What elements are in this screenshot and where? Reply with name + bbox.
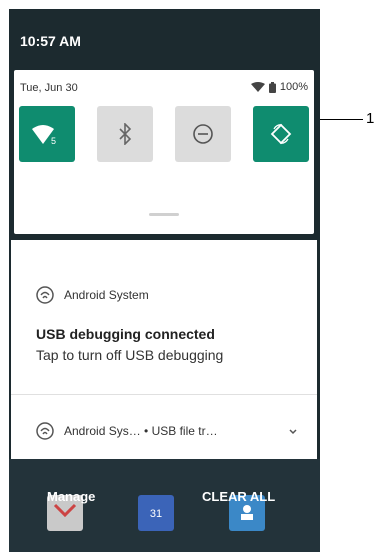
clear-all-button[interactable]: CLEAR ALL — [202, 489, 275, 504]
chevron-down-icon[interactable] — [288, 424, 298, 442]
quick-settings-panel: Tue, Jun 30 100% 5 — [14, 70, 314, 234]
notification-summary[interactable]: Android Sys… • USB file tr… — [64, 424, 218, 438]
notification-divider — [11, 394, 317, 395]
status-time: 10:57 AM — [20, 33, 81, 49]
notification-text[interactable]: Tap to turn off USB debugging — [36, 347, 223, 363]
auto-rotate-tile[interactable] — [253, 106, 309, 162]
manage-button[interactable]: Manage — [47, 489, 95, 504]
do-not-disturb-icon — [193, 124, 213, 144]
bottom-dock: 31 Manage CLEAR ALL — [9, 459, 320, 552]
notification-list: Android System USB debugging connected T… — [11, 240, 317, 459]
wifi-status-icon — [250, 82, 265, 92]
bluetooth-tile[interactable] — [97, 106, 153, 162]
battery-percent: 100% — [279, 81, 308, 93]
phone-screen: 10:57 AM Tue, Jun 30 100% 5 Android Syst… — [9, 9, 320, 552]
callout-number: 1 — [366, 110, 375, 127]
expand-handle[interactable] — [149, 213, 179, 216]
notification-app-name: Android System — [64, 288, 149, 302]
wifi-icon: 5 — [32, 125, 56, 146]
calendar-day: 31 — [149, 508, 163, 520]
qs-date: Tue, Jun 30 — [20, 82, 78, 94]
android-system-icon — [36, 286, 54, 304]
auto-rotate-icon — [270, 123, 292, 145]
notification-title[interactable]: USB debugging connected — [36, 326, 215, 342]
callout-line — [320, 119, 363, 120]
do-not-disturb-tile[interactable] — [175, 106, 231, 162]
calendar-icon: 31 — [138, 495, 174, 531]
battery-icon — [268, 81, 276, 93]
wifi-tile[interactable]: 5 — [19, 106, 75, 162]
android-system-icon — [36, 422, 54, 440]
qs-status-indicators: 100% — [250, 81, 308, 93]
bluetooth-icon — [119, 123, 132, 145]
wifi-badge: 5 — [51, 136, 56, 146]
